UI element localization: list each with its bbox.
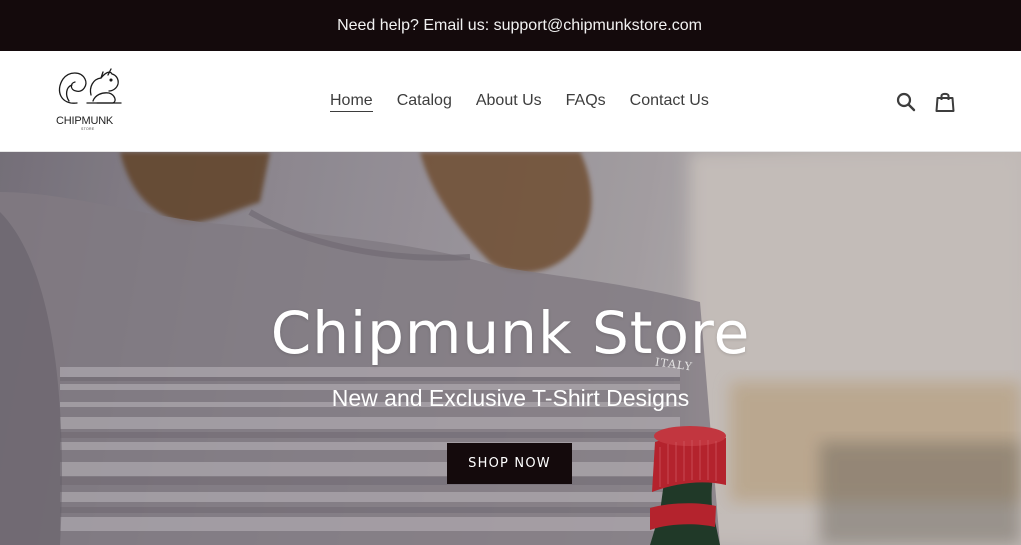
announcement-bar: Need help? Email us: support@chipmunksto… — [0, 0, 1021, 51]
nav-item-contact-us[interactable]: Contact Us — [630, 92, 709, 112]
logo-sub: STORE — [81, 127, 95, 131]
hero-title: Chipmunk Store — [270, 299, 751, 367]
cart-icon — [935, 92, 955, 112]
shop-now-button[interactable]: SHOP NOW — [447, 443, 572, 484]
search-button[interactable] — [895, 91, 917, 113]
header-icons — [895, 91, 956, 113]
store-logo[interactable]: CHIPMUNK STORE — [53, 65, 125, 137]
chipmunk-logo-icon — [58, 68, 122, 104]
hero-banner: ITALY Chipmunk Store New and Exclusive T… — [0, 152, 1021, 545]
main-nav: Home Catalog About Us FAQs Contact Us — [330, 92, 709, 112]
logo-name: CHIPMUNK — [56, 115, 114, 127]
nav-item-about-us[interactable]: About Us — [476, 92, 542, 112]
nav-item-home[interactable]: Home — [330, 92, 373, 112]
announcement-text: Need help? Email us: support@chipmunksto… — [337, 16, 702, 34]
search-icon — [896, 92, 916, 112]
cart-button[interactable] — [934, 91, 956, 113]
nav-item-catalog[interactable]: Catalog — [397, 92, 452, 112]
site-header: CHIPMUNK STORE Home Catalog About Us FAQ… — [0, 51, 1021, 152]
nav-item-faqs[interactable]: FAQs — [566, 92, 606, 112]
hero-subtitle: New and Exclusive T-Shirt Designs — [331, 385, 690, 411]
